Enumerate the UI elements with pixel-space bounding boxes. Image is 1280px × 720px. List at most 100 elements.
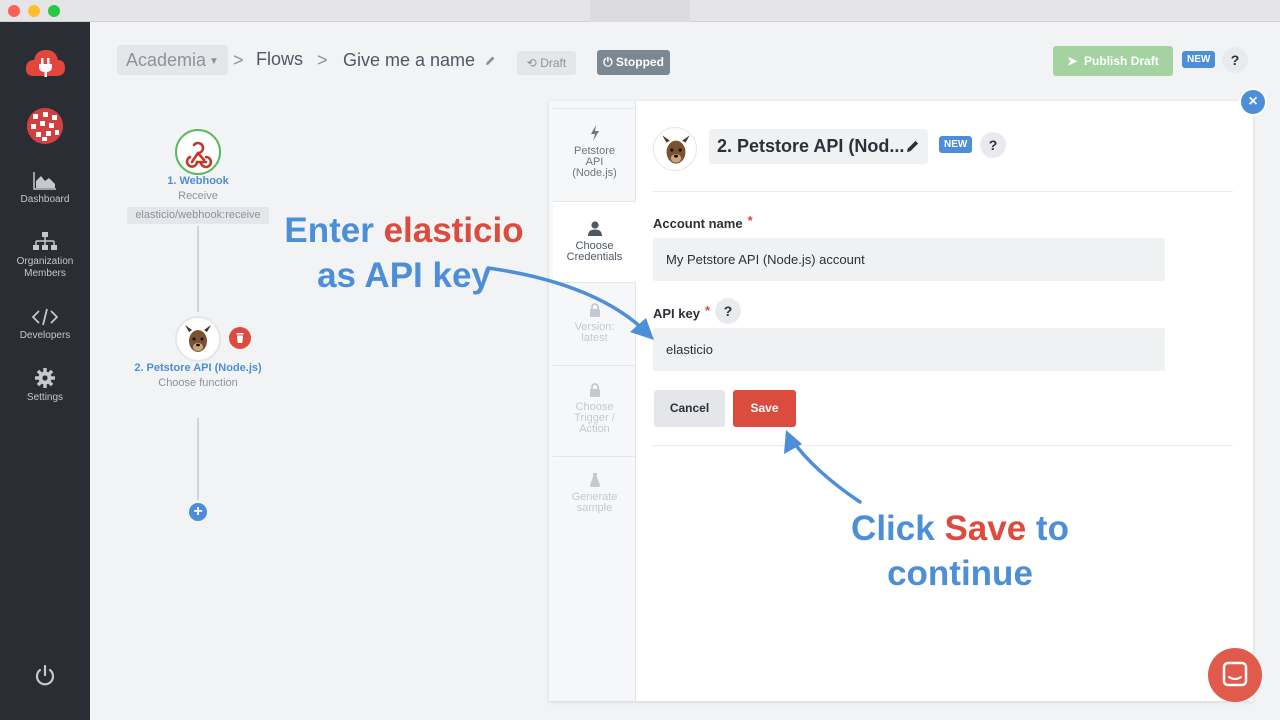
add-step-button[interactable]: + xyxy=(189,503,207,521)
publish-label: Publish Draft xyxy=(1084,54,1159,68)
workspace-name: Academia xyxy=(126,50,207,70)
divider xyxy=(553,365,636,366)
nav-dashboard[interactable]: Dashboard xyxy=(0,172,90,206)
api-key-input[interactable] xyxy=(653,328,1165,371)
annotation-text: as API key xyxy=(317,256,491,295)
titlebar-tab xyxy=(590,0,690,22)
edit-pencil-icon[interactable] xyxy=(906,139,920,153)
chat-support-button[interactable] xyxy=(1208,648,1262,702)
sidebar: Dashboard Organization Members Developer… xyxy=(0,22,90,720)
component-name: 2. Petstore API (Nod... xyxy=(717,136,905,156)
label-text: Account name xyxy=(653,216,743,231)
step-label: Choose Trigger / Action xyxy=(574,401,615,435)
org-chart-icon xyxy=(33,232,57,250)
annotation-enter-api-key: Enter elasticio as API key xyxy=(268,208,540,298)
divider xyxy=(653,445,1233,446)
divider xyxy=(553,456,636,457)
nav-label: Developers xyxy=(19,330,71,341)
close-panel-button[interactable]: × xyxy=(1239,88,1267,116)
workspace-selector[interactable]: Academia ▼ xyxy=(117,45,228,75)
annotation-text: continue xyxy=(887,554,1033,593)
component-name-field[interactable]: 2. Petstore API (Nod... xyxy=(709,129,928,164)
account-name-input[interactable] xyxy=(653,238,1165,281)
flask-icon xyxy=(589,473,600,487)
divider xyxy=(553,282,636,283)
annotation-click-save: Click Save to continue xyxy=(820,506,1100,596)
petstore-node[interactable] xyxy=(175,316,221,362)
annotation-highlight: elasticio xyxy=(383,211,524,250)
new-badge: NEW xyxy=(1182,51,1216,68)
minimize-window-button[interactable] xyxy=(28,5,40,17)
dog-icon xyxy=(185,325,211,352)
edit-name-pencil-icon[interactable] xyxy=(485,55,496,66)
cancel-button[interactable]: Cancel xyxy=(654,390,725,427)
chart-icon xyxy=(33,172,56,190)
credentials-panel: Petstore API (Node.js) Choose Credential… xyxy=(549,101,1253,701)
node-title: 2. Petstore API (Node.js) xyxy=(134,362,262,374)
flow-connector xyxy=(197,418,199,500)
lock-icon xyxy=(589,303,600,317)
window-titlebar xyxy=(0,0,1280,22)
draft-label: Draft xyxy=(540,56,567,70)
breadcrumb-flows[interactable]: Flows xyxy=(256,49,303,70)
cloud-plug-logo-icon[interactable] xyxy=(24,46,66,82)
annotation-text: Enter xyxy=(284,211,384,250)
help-button[interactable]: ? xyxy=(1222,47,1248,73)
status-label: Stopped xyxy=(615,55,664,69)
step-trigger-action: Choose Trigger / Action xyxy=(553,383,636,435)
step-credentials[interactable]: Choose Credentials xyxy=(553,202,636,282)
node-subtitle: Receive xyxy=(178,190,218,202)
lock-icon xyxy=(589,383,600,397)
required-mark: * xyxy=(704,303,711,318)
account-name-label: Account name * xyxy=(653,213,753,231)
paper-plane-icon: ➤ xyxy=(1067,54,1078,68)
power-icon[interactable] xyxy=(33,664,57,688)
wizard-steps: Petstore API (Node.js) Choose Credential… xyxy=(549,101,636,701)
annotation-highlight: Save xyxy=(944,509,1027,548)
node-tag: elasticio/webhook:receive xyxy=(127,207,269,224)
dog-icon xyxy=(662,135,690,164)
nav-developers[interactable]: Developers xyxy=(0,308,90,342)
chat-icon xyxy=(1222,661,1248,687)
api-key-help-button[interactable]: ? xyxy=(715,298,741,324)
nav-label: Settings xyxy=(26,392,64,403)
nav-organization-members[interactable]: Organization Members xyxy=(0,232,90,280)
step-component[interactable]: Petstore API (Node.js) xyxy=(553,125,636,179)
user-avatar[interactable] xyxy=(27,108,63,144)
caret-down-icon: ▼ xyxy=(209,56,219,67)
annotation-text: to xyxy=(1026,509,1069,548)
user-icon xyxy=(587,221,602,236)
publish-draft-button[interactable]: ➤ Publish Draft xyxy=(1053,46,1173,76)
nav-label: Dashboard xyxy=(20,194,70,205)
flow-connector xyxy=(197,226,199,312)
maximize-window-button[interactable] xyxy=(48,5,60,17)
webhook-icon xyxy=(185,141,213,169)
save-button[interactable]: Save xyxy=(733,390,796,427)
annotation-text: Click xyxy=(851,509,945,548)
power-small-icon: ⏻ xyxy=(603,55,613,69)
trash-icon xyxy=(236,333,244,343)
help-button[interactable]: ? xyxy=(980,132,1006,158)
step-label: Choose Credentials xyxy=(566,240,623,263)
gear-icon xyxy=(35,368,55,388)
component-avatar xyxy=(653,127,697,171)
delete-step-button[interactable] xyxy=(229,327,251,349)
lightning-icon xyxy=(590,125,599,141)
webhook-node[interactable] xyxy=(175,129,221,175)
step-label: Version: latest xyxy=(574,321,615,344)
api-key-label: API key * xyxy=(653,303,710,321)
required-mark: * xyxy=(747,213,753,228)
draft-badge[interactable]: ⟲ Draft xyxy=(517,51,576,75)
node-subtitle: Choose function xyxy=(158,377,238,389)
flow-name[interactable]: Give me a name xyxy=(343,50,475,71)
step-label: Generate sample xyxy=(571,491,618,514)
step-label: Petstore API (Node.js) xyxy=(572,145,617,179)
divider xyxy=(553,108,636,109)
nav-settings[interactable]: Settings xyxy=(0,368,90,404)
code-icon xyxy=(32,308,58,326)
status-badge[interactable]: ⏻ Stopped xyxy=(597,50,670,75)
chevron-right-icon: > xyxy=(317,50,328,70)
step-version: Version: latest xyxy=(553,303,636,344)
close-window-button[interactable] xyxy=(8,5,20,17)
new-badge: NEW xyxy=(939,136,973,153)
